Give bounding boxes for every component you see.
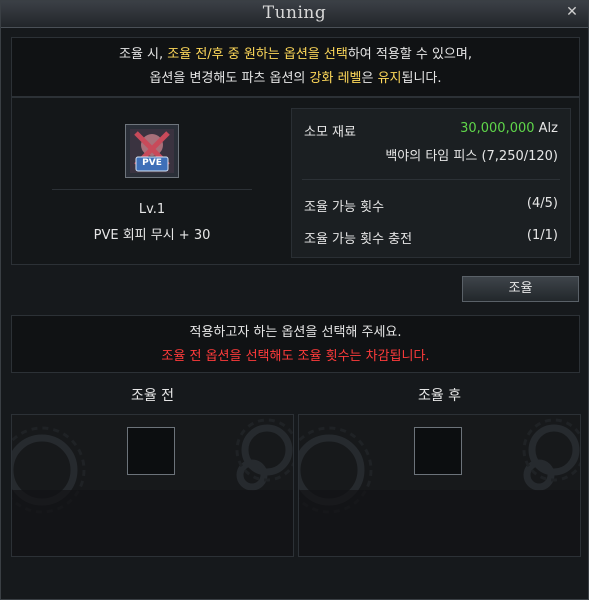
top-notice-panel: 조율 시, 조율 전/후 중 원하는 옵션을 선택하여 적용할 수 있으며, 옵…: [11, 37, 580, 97]
tuning-count-row: 조율 가능 횟수 (4/5): [304, 196, 558, 216]
title-bar: Tuning ✕: [1, 1, 588, 28]
item-level: Lv.1: [138, 202, 166, 217]
top-notice-line-2-segment: 강화 레벨: [309, 71, 362, 86]
bottom-notice-line-1: 적용하고자 하는 옵션을 선택해 주세요.: [189, 325, 402, 340]
top-notice-line-1: 조율 시, 조율 전/후 중 원하는 옵션을 선택하여 적용할 수 있으며,: [12, 42, 579, 68]
after-option-slot[interactable]: [414, 427, 462, 475]
bottom-notice-line-2: 조율 전 옵션을 선택해도 조율 횟수는 차감됩니다.: [161, 349, 430, 364]
pve-item-icon: [126, 125, 178, 177]
top-notice-line-2: 옵션을 변경해도 파츠 옵션의 강화 레벨은 유지됩니다.: [12, 66, 579, 92]
bottom-notice-panel: 적용하고자 하는 옵션을 선택해 주세요. 조율 전 옵션을 선택해도 조율 횟…: [11, 315, 580, 373]
recharge-row: 조율 가능 횟수 충전 (1/1): [304, 228, 558, 248]
item-icon-slot[interactable]: PVE: [125, 124, 179, 178]
recharge-value: (1/1): [526, 228, 558, 243]
cost-divider: [302, 179, 560, 180]
before-option-panel[interactable]: [11, 414, 294, 557]
material-value: 백야의 타임 피스 (7,250/120): [385, 149, 558, 164]
top-notice-line-1-segment: 하여 적용할 수 있으며,: [347, 47, 472, 62]
cost-box: 소모 재료 30,000,000 Alz 백야의 타임 피스 (7,250/12…: [291, 108, 571, 258]
top-notice-line-1-segment: 조율 전/후 중 원하는 옵션을 선택: [167, 47, 348, 62]
alz-amount: 30,000,000: [460, 121, 535, 136]
item-option: PVE 회피 무시 + 30: [93, 228, 211, 243]
top-notice-line-1-segment: 조율 시,: [119, 47, 168, 62]
after-column-header: 조율 후: [417, 388, 462, 404]
top-notice-line-2-segment: 됩니다.: [401, 71, 442, 86]
cost-value: 30,000,000 Alz: [460, 121, 558, 136]
cost-row: 소모 재료 30,000,000 Alz: [304, 121, 558, 141]
window-title: Tuning: [262, 3, 327, 23]
recharge-label: 조율 가능 횟수 충전: [304, 232, 413, 247]
top-notice-line-2-segment: 유지: [377, 71, 402, 86]
tuning-count-value: (4/5): [526, 196, 558, 211]
top-notice-line-2-segment: 옵션을 변경해도 파츠 옵션의: [149, 71, 310, 86]
material-row: 백야의 타임 피스 (7,250/120): [304, 145, 558, 165]
close-icon[interactable]: ✕: [564, 4, 580, 20]
tune-button[interactable]: 조율: [462, 276, 579, 302]
before-option-slot[interactable]: [127, 427, 175, 475]
item-icon-label: PVE: [142, 158, 162, 168]
alz-currency: Alz: [538, 121, 558, 136]
item-display: PVE Lv.1 PVE 회피 무시 + 30: [12, 98, 292, 266]
after-option-panel[interactable]: [298, 414, 581, 557]
item-info-panel: PVE Lv.1 PVE 회피 무시 + 30 소모 재료 30,000,000…: [11, 97, 580, 265]
tuning-window: Tuning ✕ 조율 시, 조율 전/후 중 원하는 옵션을 선택하여 적용할…: [0, 0, 589, 600]
tuning-count-label: 조율 가능 횟수: [304, 200, 385, 215]
before-column-header: 조율 전: [130, 388, 175, 404]
item-divider: [52, 189, 252, 190]
cost-label: 소모 재료: [304, 125, 356, 140]
top-notice-line-2-segment: 은: [361, 71, 378, 86]
